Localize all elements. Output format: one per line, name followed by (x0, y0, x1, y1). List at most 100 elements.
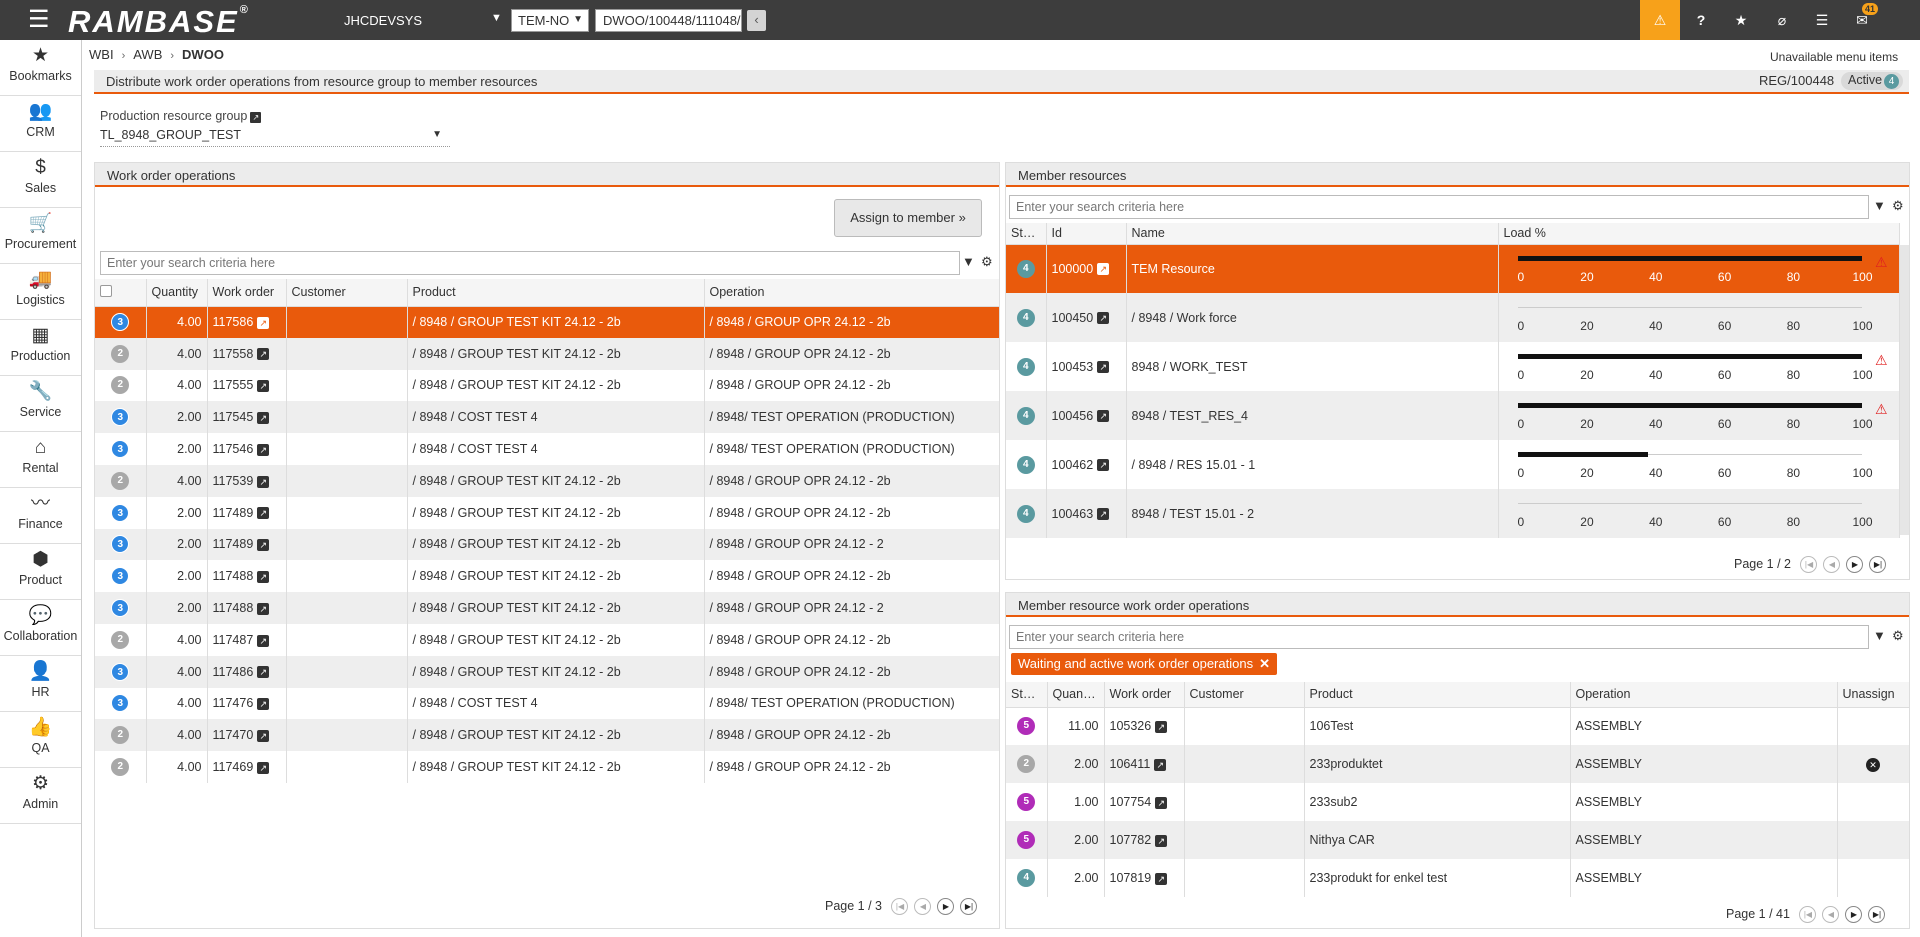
table-row[interactable]: 2 4.00 117470 ↗/ 8948 / GROUP TEST KIT 24.1… (95, 719, 1000, 752)
work-order-cell[interactable]: 107819 ↗ (1104, 859, 1185, 897)
search-input[interactable]: Enter your search criteria here (1009, 625, 1869, 649)
help-icon[interactable]: ? (1681, 0, 1721, 40)
work-order-cell[interactable]: 106411 ↗ (1104, 745, 1185, 783)
star-icon[interactable]: ★ (1721, 0, 1761, 40)
filter-icon[interactable]: ▼ (1873, 198, 1886, 213)
prev-page-icon[interactable]: ◀ (1823, 556, 1841, 573)
list-icon[interactable]: ☰ (1802, 0, 1842, 40)
external-link-icon[interactable]: ↗ (1097, 263, 1110, 276)
unavailable-menu-link[interactable]: Unavailable menu items (1770, 50, 1898, 64)
search-input[interactable]: Enter your search criteria here (100, 251, 960, 275)
col-header[interactable]: Quantity (146, 279, 208, 307)
paperclip-icon[interactable]: ⌀ (1762, 0, 1802, 40)
col-header[interactable]: Customer (286, 279, 408, 307)
back-button[interactable]: ‹ (747, 10, 766, 31)
sidebar-item-service[interactable]: 🔧 Service (0, 376, 81, 432)
sidebar-item-production[interactable]: ▦ Production (0, 320, 81, 376)
external-link-icon[interactable]: ↗ (257, 443, 270, 456)
gear-icon[interactable]: ⚙ (1892, 198, 1904, 214)
address-input[interactable]: DWOO/100448/111048/ (595, 9, 742, 32)
breadcrumb-item[interactable]: WBI (89, 47, 114, 62)
hamburger-menu-icon[interactable]: ☰ (28, 8, 50, 32)
sidebar-item-logistics[interactable]: 🚚 Logistics (0, 264, 81, 320)
col-header[interactable]: Operation (1570, 682, 1838, 708)
table-row[interactable]: 3 2.00 117545 ↗/ 8948 / COST TEST 4/ 8948/ … (95, 401, 1000, 434)
sidebar-item-product[interactable]: ⬢ Product (0, 544, 81, 600)
last-page-icon[interactable]: ▶| (1868, 906, 1886, 923)
work-order-cell[interactable]: 117545 ↗ (207, 401, 287, 434)
col-header[interactable]: Customer (1184, 682, 1305, 708)
id-cell[interactable]: 100456 ↗ (1046, 391, 1127, 440)
next-page-icon[interactable]: ▶ (1845, 906, 1863, 923)
external-link-icon[interactable]: ↗ (257, 666, 270, 679)
id-cell[interactable]: 100462 ↗ (1046, 440, 1127, 489)
table-row[interactable]: 3 2.00 117488 ↗/ 8948 / GROUP TEST KIT 24.1… (95, 592, 1000, 624)
external-link-icon[interactable]: ↗ (1154, 758, 1167, 771)
col-header[interactable]: Status (1006, 682, 1048, 708)
external-link-icon[interactable]: ↗ (1155, 872, 1168, 885)
external-link-icon[interactable]: ↗ (1097, 312, 1110, 325)
breadcrumb-item[interactable]: AWB (133, 47, 162, 62)
first-page-icon[interactable]: |◀ (891, 898, 909, 915)
col-header[interactable]: Work order (207, 279, 287, 307)
system-name[interactable]: JHCDEVSYS (344, 13, 422, 28)
external-link-icon[interactable]: ↗ (257, 761, 270, 774)
work-order-cell[interactable]: 117555 ↗ (207, 369, 287, 402)
assign-to-member-button[interactable]: Assign to member » (834, 199, 982, 237)
prev-page-icon[interactable]: ◀ (914, 898, 932, 915)
col-header[interactable]: Id (1046, 223, 1127, 245)
external-link-icon[interactable]: ↗ (257, 570, 270, 583)
table-row[interactable]: 4 2.00 107819 ↗ 233produkt for enkel test ASS… (1006, 859, 1910, 897)
table-row[interactable]: 3 2.00 117488 ↗/ 8948 / GROUP TEST KIT 24.1… (95, 560, 1000, 593)
id-cell[interactable]: 100450 ↗ (1046, 293, 1127, 342)
sidebar-item-bookmarks[interactable]: ★ Bookmarks (0, 40, 81, 96)
col-header[interactable]: Status (1006, 223, 1047, 245)
work-order-cell[interactable]: 117469 ↗ (207, 751, 287, 783)
work-order-cell[interactable]: 117488 ↗ (207, 560, 287, 593)
production-group-select[interactable]: TL_8948_GROUP_TEST ▼ (100, 126, 450, 147)
external-link-icon[interactable]: ↗ (257, 507, 270, 520)
external-link-icon[interactable]: ↗ (257, 475, 270, 488)
table-row[interactable]: 5 1.00 107754 ↗ 233sub2 ASSEMBLY (1006, 783, 1910, 821)
system-dropdown-icon[interactable]: ▼ (491, 12, 502, 24)
external-link-icon[interactable]: ↗ (1155, 796, 1168, 809)
filter-icon[interactable]: ▼ (1873, 628, 1886, 643)
filter-chip[interactable]: Waiting and active work order operations… (1011, 653, 1277, 675)
work-order-cell[interactable]: 117487 ↗ (207, 623, 287, 656)
table-row[interactable]: 4 100000 ↗ TEM Resource 0 20 40 60 80 100 ⚠ (1006, 244, 1900, 293)
select-all-checkbox[interactable] (95, 279, 147, 307)
table-row[interactable]: 3 4.00 117486 ↗/ 8948 / GROUP TEST KIT 24.1… (95, 655, 1000, 688)
external-link-icon[interactable]: ↗ (1155, 834, 1168, 847)
sidebar-item-collaboration[interactable]: 💬 Collaboration (0, 600, 81, 656)
table-row[interactable]: 3 4.00 117476 ↗/ 8948 / COST TEST 4/ 8948/ … (95, 687, 1000, 720)
external-link-icon[interactable]: ↗ (1097, 410, 1110, 423)
work-order-cell[interactable]: 117586 ↗ (207, 306, 287, 338)
table-row[interactable]: 2 4.00 117555 ↗/ 8948 / GROUP TEST KIT 24.1… (95, 369, 1000, 402)
table-row[interactable]: 2 4.00 117558 ↗/ 8948 / GROUP TEST KIT 24.1… (95, 337, 1000, 370)
work-order-cell[interactable]: 117539 ↗ (207, 464, 287, 497)
unassign-icon[interactable]: ✕ (1866, 757, 1880, 772)
external-link-icon[interactable]: ↗ (257, 634, 270, 647)
col-header[interactable]: Load % (1498, 223, 1900, 245)
table-row[interactable]: 3 2.00 117546 ↗/ 8948 / COST TEST 4/ 8948/ … (95, 433, 1000, 465)
first-page-icon[interactable]: |◀ (1799, 906, 1817, 923)
col-header[interactable]: Quantity (1047, 682, 1105, 708)
col-header[interactable]: Unassign (1837, 682, 1910, 708)
gear-icon[interactable]: ⚙ (1892, 628, 1904, 644)
col-header[interactable]: Product (1304, 682, 1571, 708)
scrollbar[interactable] (1900, 245, 1909, 535)
work-order-cell[interactable]: 117476 ↗ (207, 687, 287, 720)
sidebar-item-rental[interactable]: ⌂ Rental (0, 432, 81, 488)
company-select[interactable]: TEM-NO ▼ (511, 9, 589, 32)
external-link-icon[interactable]: ↗ (257, 380, 270, 393)
external-link-icon[interactable]: ↗ (1155, 720, 1168, 733)
col-header[interactable]: Name (1126, 223, 1499, 245)
work-order-cell[interactable]: 117489 ↗ (207, 496, 287, 529)
table-row[interactable]: 3 2.00 117489 ↗/ 8948 / GROUP TEST KIT 24.1… (95, 528, 1000, 561)
col-header[interactable]: Operation (704, 279, 1000, 307)
sidebar-item-admin[interactable]: ⚙ Admin (0, 768, 81, 824)
table-row[interactable]: 5 11.00 105326 ↗ 106Test ASSEMBLY (1006, 707, 1910, 745)
sidebar-item-crm[interactable]: 👥 CRM (0, 96, 81, 152)
prev-page-icon[interactable]: ◀ (1822, 906, 1840, 923)
filter-icon[interactable]: ▼ (962, 254, 975, 269)
